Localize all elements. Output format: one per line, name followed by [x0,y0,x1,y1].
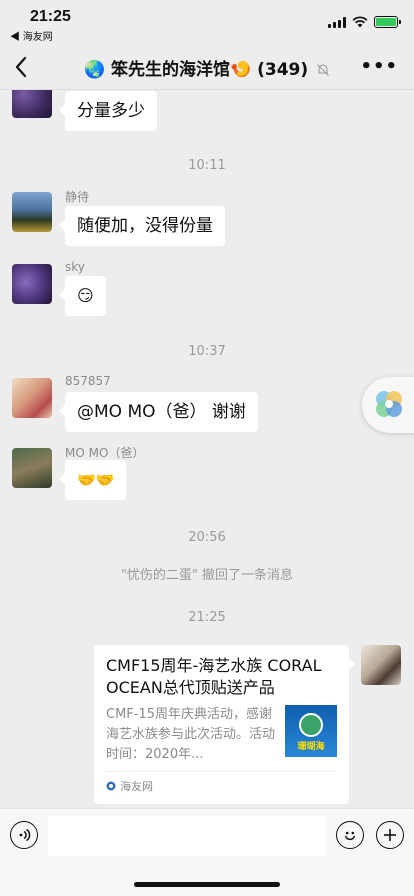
card-source: 海友网 [120,780,153,793]
sender-name: 静待 [65,190,90,204]
message-bubble[interactable]: @MO MO（爸） 谢谢 [59,392,258,432]
avatar[interactable] [12,192,52,232]
thumbnail-label: 珊瑚海 [297,742,325,752]
plus-button[interactable] [376,821,404,849]
avatar[interactable] [12,264,52,304]
sender-name: sky [65,260,85,274]
card-footer: 海友网 [106,771,337,794]
source-icon [106,781,116,791]
timestamp: 21:25 [188,610,226,625]
avatar[interactable] [12,378,52,418]
chat-title-text: 🌏 笨先生的海洋馆🍤 (349) [83,60,309,80]
wifi-icon [352,16,368,28]
signal-icon [328,16,346,28]
floating-window-button[interactable] [362,377,414,433]
avatar[interactable] [12,90,52,118]
chat-header: 🌏 笨先生的海洋馆🍤 (349) ••• [0,44,414,90]
timestamp: 10:37 [188,344,226,359]
timestamp: 10:11 [188,158,226,173]
avatar[interactable] [12,448,52,488]
timestamp: 20:56 [188,530,226,545]
sender-name: MO MO（爸） [65,446,145,460]
voice-icon [19,828,31,842]
sender-name: 857857 [65,374,111,388]
voice-button[interactable] [10,821,38,849]
emoji-button[interactable] [336,821,364,849]
message-bubble[interactable]: 😏 [59,276,106,316]
status-icons [328,16,401,28]
plus-icon [384,829,396,841]
message-bubble[interactable]: 🤝🤝 [58,460,127,500]
back-to-app-link[interactable]: ◀ 海友网 [10,28,53,43]
card-thumbnail: 珊瑚海 [285,705,337,757]
my-avatar[interactable] [361,645,401,685]
chat-messages[interactable]: 分量多少 10:11 静待 随便加，没得份量 sky 😏 10:37 85785… [0,90,414,808]
card-description: CMF-15周年庆典活动，感谢海艺水族参与此次活动。活动时间：2020年... [106,707,276,762]
message-input[interactable] [48,816,326,856]
emoji-icon [345,831,355,841]
chat-title: 🌏 笨先生的海洋馆🍤 (349) [0,55,414,80]
link-card[interactable]: CMF15周年-海艺水族 CORAL OCEAN总代顶贴送产品 CMF-15周年… [94,645,355,804]
message-bubble[interactable]: 随便加，没得份量 [59,206,225,246]
more-options-button[interactable]: ••• [360,56,398,77]
battery-icon [374,16,401,28]
message-bubble[interactable]: 分量多少 [59,91,157,131]
card-title: CMF15周年-海艺水族 CORAL OCEAN总代顶贴送产品 [106,656,322,697]
home-indicator[interactable] [134,882,280,887]
pinwheel-icon [376,391,402,417]
recall-notice: "忧伤的二蛋" 撤回了一条消息 [120,568,294,583]
status-time: 21:25 [30,8,71,25]
bell-slash-icon [317,64,329,76]
status-bar: 21:25 ◀ 海友网 [0,0,414,44]
